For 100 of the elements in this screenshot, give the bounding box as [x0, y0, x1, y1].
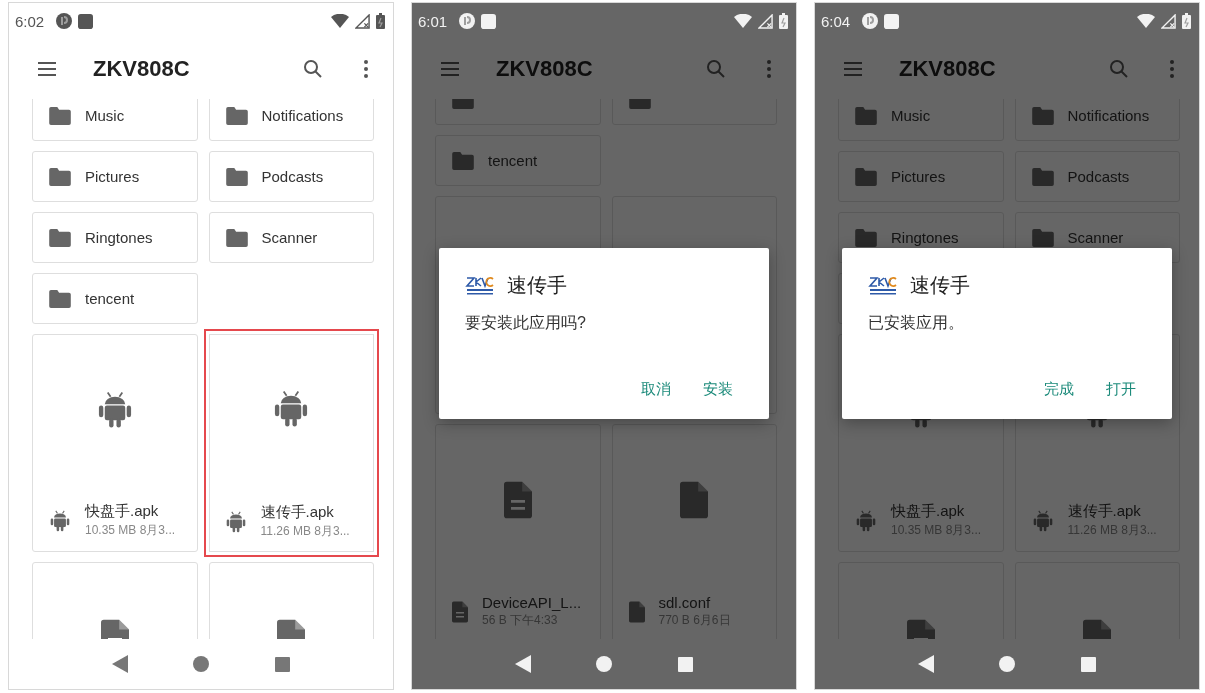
folder-icon — [1031, 228, 1054, 247]
file-name: 快盘手.apk — [85, 502, 160, 521]
notification-icon — [56, 13, 73, 29]
home-icon[interactable] — [596, 656, 613, 672]
folder-card[interactable]: Podcasts — [208, 151, 374, 202]
file-icon — [628, 600, 645, 623]
folder-icon — [225, 228, 248, 247]
app-logo-icon — [465, 275, 495, 296]
notification-icon — [78, 13, 94, 29]
file-name: 快盘手.apk — [891, 502, 966, 521]
notification-icon — [862, 13, 879, 29]
status-time: 6:01 — [418, 12, 448, 30]
signal-icon — [355, 13, 370, 29]
document-icon — [452, 600, 468, 623]
recents-icon[interactable] — [275, 656, 291, 672]
folder-name: Music — [891, 107, 931, 124]
file-name: 速传手.apk — [1067, 502, 1142, 521]
android-icon — [49, 509, 71, 532]
android-icon — [96, 391, 133, 429]
file-name: DeviceAPI_L... — [482, 594, 582, 611]
dialog-button[interactable]: 打开 — [1094, 372, 1148, 407]
back-icon[interactable] — [917, 655, 934, 673]
folder-name: Music — [85, 107, 125, 124]
android-icon — [224, 510, 247, 533]
file-details: 10.35 MB 8月3... — [85, 522, 176, 539]
battery-icon — [779, 13, 788, 29]
folder-icon — [225, 167, 248, 186]
more-icon[interactable] — [363, 57, 369, 81]
home-icon[interactable] — [193, 656, 210, 672]
folder-card[interactable]: Pictures — [32, 151, 198, 202]
battery-icon — [376, 13, 385, 29]
file-icon — [680, 481, 709, 519]
signal-icon — [1161, 13, 1176, 29]
back-icon[interactable] — [111, 655, 128, 673]
folder-name: Notifications — [1067, 107, 1150, 124]
folder-name: tencent — [85, 290, 135, 307]
back-icon[interactable] — [514, 655, 531, 673]
dialog-message: 要安装此应用吗? — [465, 313, 587, 333]
folder-icon — [452, 151, 474, 170]
folder-icon — [1031, 106, 1054, 125]
folder-icon — [49, 167, 71, 186]
wifi-icon — [331, 14, 349, 28]
app-logo-icon — [868, 275, 898, 296]
folder-name: Pictures — [891, 168, 946, 185]
app-title: ZKV808C — [496, 56, 593, 82]
folder-name: Scanner — [1067, 229, 1124, 246]
file-card[interactable]: 速传手.apk 11.26 MB 8月3... — [203, 329, 379, 557]
folder-name: Ringtones — [891, 229, 959, 246]
folder-name: Notifications — [261, 107, 344, 124]
folder-icon — [855, 106, 877, 125]
battery-icon — [1182, 13, 1191, 29]
folder-card[interactable]: tencent — [32, 273, 198, 324]
folder-card[interactable]: Music — [838, 99, 1004, 141]
recents-icon[interactable] — [678, 656, 694, 672]
folder-icon — [49, 228, 71, 247]
status-time: 6:04 — [821, 12, 851, 30]
folder-card[interactable]: Scanner — [208, 212, 374, 263]
file-details: 11.26 MB 8月3... — [260, 523, 350, 540]
folder-card[interactable]: Notifications — [1014, 99, 1180, 141]
dialog-button[interactable]: 安装 — [691, 372, 745, 407]
wifi-icon — [734, 14, 752, 28]
signal-icon — [758, 13, 773, 29]
app-title: ZKV808C — [899, 56, 996, 82]
home-icon[interactable] — [999, 656, 1016, 672]
notification-icon — [884, 13, 900, 29]
folder-name: tencent — [488, 152, 538, 169]
notification-icon — [459, 13, 476, 29]
folder-name: Scanner — [261, 229, 318, 246]
folder-icon — [49, 289, 71, 308]
folder-name: Ringtones — [85, 229, 153, 246]
folder-name: Podcasts — [1067, 168, 1130, 185]
folder-card[interactable]: Pictures — [838, 151, 1004, 202]
folder-icon — [225, 106, 248, 125]
folder-icon — [49, 106, 71, 125]
folder-name: Podcasts — [261, 168, 324, 185]
folder-name: Pictures — [85, 168, 140, 185]
folder-icon — [1031, 167, 1054, 186]
dialog-title: 速传手 — [910, 273, 970, 298]
dialog-message: 已安装应用。 — [868, 313, 965, 333]
android-icon — [1031, 509, 1054, 532]
wifi-icon — [1137, 14, 1155, 28]
folder-card[interactable]: Podcasts — [1014, 151, 1180, 202]
file-name: 速传手.apk — [260, 503, 335, 522]
status-time: 6:02 — [15, 12, 45, 30]
folder-card[interactable]: Ringtones — [32, 212, 198, 263]
folder-card[interactable]: Music — [32, 99, 198, 141]
document-icon — [503, 481, 532, 519]
dialog-button[interactable]: 取消 — [629, 372, 683, 407]
dialog-button[interactable]: 完成 — [1032, 372, 1086, 407]
folder-card[interactable]: tencent — [435, 135, 601, 186]
file-card[interactable]: 快盘手.apk 10.35 MB 8月3... — [32, 334, 198, 552]
android-icon — [273, 390, 310, 428]
notification-icon — [481, 13, 497, 29]
recents-icon[interactable] — [1081, 656, 1097, 672]
app-title: ZKV808C — [93, 56, 190, 82]
folder-card[interactable]: Notifications — [208, 99, 374, 141]
dialog-title: 速传手 — [507, 273, 567, 298]
android-icon — [855, 509, 877, 532]
file-name: sdl.conf — [658, 594, 712, 611]
folder-icon — [855, 167, 877, 186]
